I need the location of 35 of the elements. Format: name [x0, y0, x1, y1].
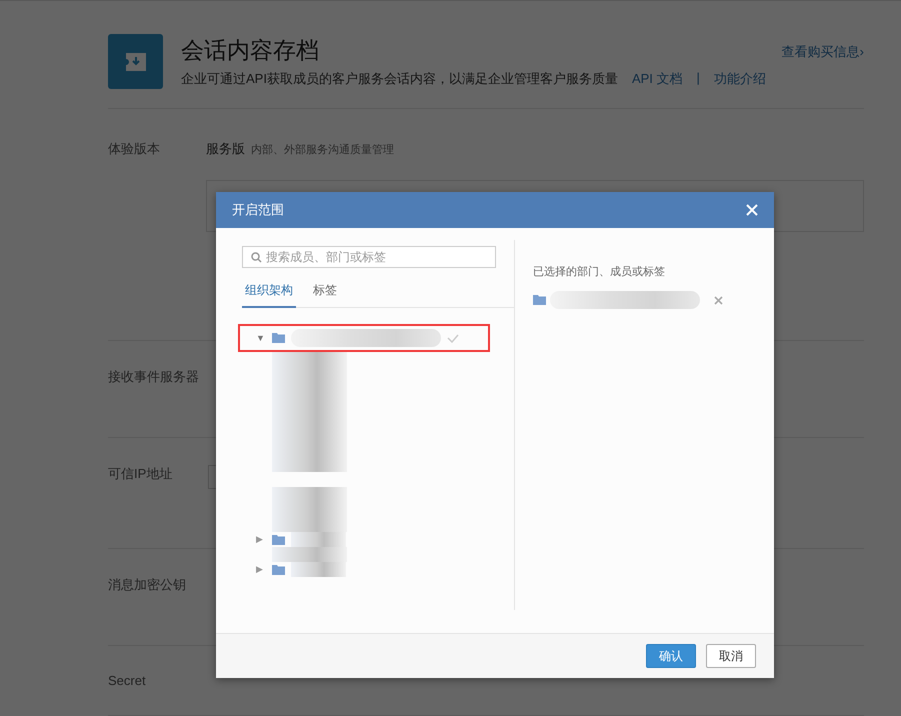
purchase-link[interactable]: 查看购买信息›	[782, 43, 864, 61]
field-label: 接收事件服务器	[108, 369, 199, 384]
confirm-button[interactable]: 确认	[646, 644, 696, 668]
archive-icon	[108, 34, 163, 89]
folder-icon	[272, 534, 285, 544]
edition-name: 服务版	[206, 141, 245, 156]
link-separator: |	[696, 70, 700, 87]
search-icon	[251, 252, 262, 262]
collapsed-caret-icon[interactable]: ▶	[256, 534, 266, 545]
folder-icon	[272, 564, 285, 574]
doc-link[interactable]: API 文档	[632, 70, 683, 88]
tab[interactable]: 标签	[310, 276, 340, 308]
expanded-caret-icon[interactable]: ▼	[256, 333, 266, 343]
field-label: 消息加密公钥	[108, 577, 186, 592]
page-title: 会话内容存档	[181, 36, 320, 65]
intro-link[interactable]: 功能介绍	[714, 70, 766, 88]
search-input[interactable]: 搜索成员、部门或标签	[266, 250, 476, 264]
blurred-name	[291, 562, 346, 577]
selected-heading: 已选择的部门、成员或标签	[533, 264, 666, 279]
close-icon[interactable]	[746, 204, 758, 216]
field-label: 可信IP地址	[108, 466, 172, 481]
search-field[interactable]: 搜索成员、部门或标签	[242, 246, 496, 268]
page-description: 企业可通过API获取成员的客户服务会话内容，以满足企业管理客户服务质量	[181, 70, 618, 88]
field-label: Secret	[108, 673, 146, 688]
cancel-button[interactable]: 取消	[706, 644, 756, 668]
tab[interactable]: 组织架构	[242, 276, 296, 308]
folder-icon	[272, 333, 285, 343]
folder-icon	[533, 295, 546, 305]
field-label: 体验版本	[108, 141, 160, 156]
blurred-name	[291, 532, 346, 547]
edition-note: 内部、外部服务沟通质量管理	[251, 144, 394, 156]
remove-icon[interactable]	[714, 296, 723, 304]
tree-row[interactable]: ▼	[238, 324, 490, 352]
collapsed-caret-icon[interactable]: ▶	[256, 564, 266, 575]
dialog-title: 开启范围	[232, 201, 284, 219]
